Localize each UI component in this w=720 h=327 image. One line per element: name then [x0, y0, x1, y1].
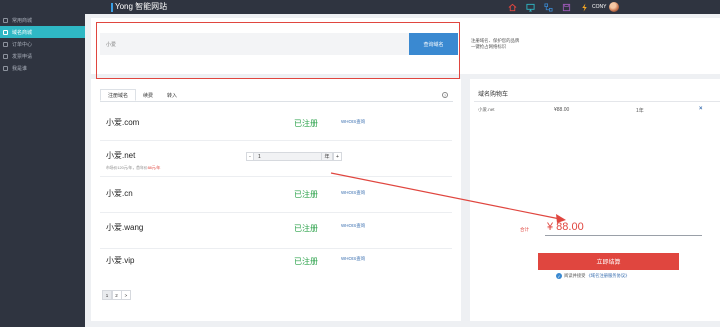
sidebar-item-about[interactable]: 我是谁: [0, 62, 85, 74]
sidebar-item-domain-mall[interactable]: 域名商城: [0, 26, 85, 38]
domain-row: 小爱.cn 已注册 WHOIS查询: [96, 176, 456, 212]
brand[interactable]: Yong 智能网站: [111, 1, 167, 13]
total-amount: ¥ 88.00: [547, 221, 584, 233]
whois-link[interactable]: WHOIS查询: [341, 190, 365, 196]
sidebar: 常用商城 域名商城 订单中心 发票申请 我是谁: [0, 14, 85, 327]
sidebar-item-common-mall[interactable]: 常用商城: [0, 14, 85, 26]
status-registered: 已注册: [294, 224, 318, 233]
sidebar-item-label: 我是谁: [12, 65, 28, 72]
document-icon: [3, 41, 8, 47]
domain-name: 小爱.cn: [106, 189, 133, 198]
invoice-icon: [3, 53, 8, 59]
save-icon[interactable]: [557, 2, 575, 12]
domain-name: 小爱.wang: [106, 223, 144, 232]
whois-link[interactable]: WHOIS查询: [341, 119, 365, 125]
search-hint-line: 一键抢占网络标识: [471, 44, 507, 49]
tab-renew[interactable]: 续费: [136, 89, 160, 101]
price-note-highlight: 88元/年: [147, 166, 161, 170]
sidebar-item-label: 常用商城: [12, 17, 33, 24]
status-registered: 已注册: [294, 119, 318, 128]
domain-row: 小爱.wang 已注册 WHOIS查询: [96, 212, 456, 248]
app-title: Yong 智能网站: [115, 2, 168, 11]
cart-divider: [474, 101, 720, 102]
page-1-button[interactable]: 1: [102, 290, 112, 300]
sidebar-item-label: 订单中心: [12, 41, 33, 48]
next-page-button[interactable]: >: [121, 290, 131, 300]
status-registered: 已注册: [294, 190, 318, 199]
search-hint: 注册域名、保护您的品牌 一键抢占网络标识: [471, 38, 519, 50]
check-icon[interactable]: ✓: [556, 273, 562, 279]
pagination: 1 2 >: [102, 290, 131, 300]
monitor-icon[interactable]: [521, 2, 539, 12]
whois-link[interactable]: WHOIS查询: [341, 223, 365, 229]
tab-transfer[interactable]: 转入: [160, 89, 184, 101]
cart-item-term: 1年: [636, 108, 644, 114]
tab-register[interactable]: 注册域名: [100, 89, 137, 101]
avatar[interactable]: [609, 2, 620, 12]
home-icon[interactable]: [503, 2, 521, 12]
total-label: 合计: [520, 227, 529, 232]
domain-name: 小爱.com: [106, 118, 140, 127]
highlight-box: [96, 22, 460, 79]
quantity-input[interactable]: 1: [254, 152, 321, 161]
username: CONY: [592, 4, 607, 10]
whois-link[interactable]: WHOIS查询: [341, 256, 365, 262]
domain-name: 小爱.net: [106, 151, 136, 160]
checkout-button[interactable]: 立即结算: [538, 253, 679, 270]
cart-item-domain: 小爱.net: [478, 107, 495, 112]
bolt-icon[interactable]: [575, 2, 593, 12]
price-note: 市场价120元/年，首年价88元/年: [106, 166, 160, 171]
increment-button[interactable]: +: [333, 152, 342, 161]
diamond-icon: [3, 29, 8, 35]
tab-bar: 注册域名 续费 转入: [100, 89, 184, 101]
status-registered: 已注册: [294, 257, 318, 266]
sidebar-item-label: 域名商城: [12, 29, 33, 36]
domain-row: 小爱.vip 已注册 WHOIS查询: [96, 248, 456, 284]
decrement-button[interactable]: -: [246, 152, 254, 161]
user-menu[interactable]: CONY: [592, 2, 620, 12]
page-2-button[interactable]: 2: [111, 290, 122, 300]
price-note-text: 市场价120元/年，首年价: [106, 166, 148, 170]
sidebar-item-label: 发票申请: [12, 53, 33, 60]
cart-item-price: ¥88.00: [554, 107, 570, 113]
remove-item-icon[interactable]: ×: [699, 106, 703, 112]
quantity-stepper: - 1 年 +: [246, 152, 342, 161]
cart-panel: [470, 79, 720, 321]
agreement-text: 阅读并接受: [564, 273, 586, 278]
tab-divider: [100, 101, 453, 102]
tree-icon[interactable]: [539, 2, 557, 12]
cart-title: 域名购物车: [478, 92, 509, 98]
sidebar-item-orders[interactable]: 订单中心: [0, 38, 85, 50]
term-unit-select[interactable]: 年: [321, 152, 333, 161]
user-icon: [3, 65, 8, 71]
top-icons: [503, 2, 593, 12]
sidebar-item-invoice[interactable]: 发票申请: [0, 50, 85, 62]
agreement: ✓ 阅读并接受 《域名注册服务协议》: [556, 273, 629, 279]
total-underline: [545, 235, 702, 236]
domain-name: 小爱.vip: [106, 256, 135, 265]
grid-icon: [3, 17, 8, 23]
domain-row: 小爱.com 已注册 WHOIS查询: [96, 104, 456, 140]
help-icon[interactable]: ?: [442, 92, 448, 98]
agreement-link[interactable]: 《域名注册服务协议》: [586, 273, 629, 279]
brand-logo-icon: [111, 2, 113, 12]
